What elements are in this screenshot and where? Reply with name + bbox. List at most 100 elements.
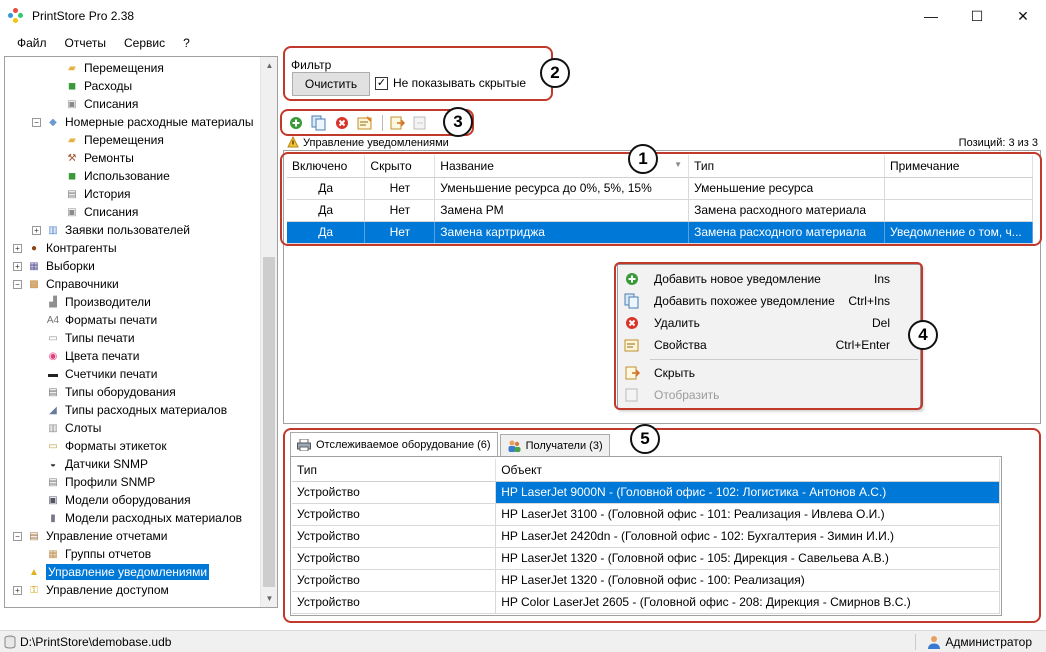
menu-item-add-similar[interactable]: Добавить похожее уведомление Ctrl+Ins [618, 290, 920, 312]
menu-service[interactable]: Сервис [115, 36, 174, 50]
hide-button[interactable] [387, 114, 407, 132]
tree-scrollbar[interactable]: ▲ ▼ [260, 57, 277, 607]
tree-item-label: Датчики SNMP [65, 457, 148, 471]
tab-recipients[interactable]: Получатели (3) [499, 434, 610, 456]
cell-type: Замена расходного материала [688, 221, 885, 244]
tab-tracked-equipment[interactable]: Отслеживаемое оборудование (6) [290, 432, 498, 456]
tree-item[interactable]: ▦ Группы отчетов [45, 545, 151, 563]
copy-notification-button[interactable] [309, 114, 329, 132]
tree-item[interactable]: − ▩ Справочники [13, 275, 119, 293]
table-row[interactable]: Да Нет Замена картриджа Замена расходного м… [287, 221, 1033, 244]
tree-item[interactable]: ▤ Профили SNMP [45, 473, 155, 491]
menu-item-hide[interactable]: Скрыть [618, 362, 920, 384]
tree-item[interactable]: A4 Форматы печати [45, 311, 157, 329]
tree-item[interactable]: ◼ Расходы [64, 77, 132, 95]
printer-icon [297, 438, 311, 451]
table-row[interactable]: Устройство HP LaserJet 3100 - (Головной о… [292, 503, 1000, 526]
menu-help[interactable]: ? [174, 36, 199, 50]
expand-icon[interactable]: + [13, 243, 22, 253]
navigation-tree: ▲ ▼ ▰ Перемещения ◼ Расходы ▣ Списания − ◆ Номер… [4, 56, 278, 608]
tree-item[interactable]: + ⚿ Управление доступом [13, 581, 169, 599]
column-header-note[interactable]: Примечание [884, 155, 1033, 178]
table-row[interactable]: Устройство HP LaserJet 1320 - (Головной о… [292, 569, 1000, 592]
column-header-enabled[interactable]: Включено [287, 155, 366, 178]
clear-filter-button[interactable]: Очистить [292, 72, 370, 96]
table-row[interactable]: Устройство HP Color LaserJet 2605 - (Голо… [292, 591, 1000, 614]
tree-item[interactable]: ▭ Типы печати [45, 329, 134, 347]
table-row[interactable]: Устройство HP LaserJet 2420dn - (Головной… [292, 525, 1000, 548]
tree-item[interactable]: ▮ Модели расходных материалов [45, 509, 242, 527]
column-header-object[interactable]: Объект [495, 459, 1000, 482]
callout-badge-1: 1 [628, 144, 658, 174]
tree-item[interactable]: + ● Контрагенты [13, 239, 117, 257]
tree-item[interactable]: ▰ Перемещения [64, 59, 164, 77]
tree-item[interactable]: + ▥ Заявки пользователей [32, 221, 190, 239]
tree-item[interactable]: ◢ Типы расходных материалов [45, 401, 227, 419]
expand-icon[interactable]: + [13, 261, 22, 271]
hide-hidden-checkbox-row[interactable]: ✓ Не показывать скрытые [375, 76, 526, 90]
table-row[interactable]: Устройство HP LaserJet 9000N - (Головной … [292, 481, 1000, 504]
menu-item-shortcut: Del [871, 316, 890, 330]
tree-item[interactable]: ⚒ Ремонты [64, 149, 134, 167]
tree-item[interactable]: ◉ Цвета печати [45, 347, 140, 365]
table-row[interactable]: Да Нет Замена РМ Замена расходного материал… [287, 199, 1033, 222]
properties-button[interactable] [355, 114, 375, 132]
tree-item-label: Производители [65, 295, 151, 309]
hammer-icon: ⚒ [67, 152, 77, 164]
menu-file[interactable]: Файл [8, 36, 56, 50]
menu-item-show: Отобразить [618, 384, 920, 406]
tree-item[interactable]: ▣ Списания [64, 95, 138, 113]
scroll-down-icon[interactable]: ▼ [261, 590, 277, 607]
add-notification-button[interactable] [286, 114, 306, 132]
tree-item[interactable]: ▣ Списания [64, 203, 138, 221]
color-wheel-icon: ◉ [48, 350, 58, 362]
consumable-type-icon: ◢ [49, 404, 57, 416]
tree-item[interactable]: ▤ Типы оборудования [45, 383, 175, 401]
tree-item[interactable]: ◼ Использование [64, 167, 170, 185]
menu-item-delete[interactable]: Удалить Del [618, 312, 920, 334]
table-row[interactable]: Устройство HP LaserJet 1320 - (Головной о… [292, 547, 1000, 570]
tree-item[interactable]: ▥ Слоты [45, 419, 101, 437]
delete-notification-button[interactable] [332, 114, 352, 132]
tree-item[interactable]: ▣ Модели оборудования [45, 491, 190, 509]
cell-object: HP LaserJet 1320 - (Головной офис - 105:… [495, 547, 1000, 570]
column-header-equipment-type[interactable]: Тип [292, 459, 497, 482]
context-menu-separator [650, 359, 918, 360]
column-header-type[interactable]: Тип [688, 155, 885, 178]
menu-item-properties[interactable]: Свойства Ctrl+Enter [618, 334, 920, 356]
cell-hidden: Нет [364, 199, 436, 222]
tree-item[interactable]: − ◆ Номерные расходные материалы [32, 113, 253, 131]
tree-item[interactable]: ◒ Датчики SNMP [45, 455, 148, 473]
scroll-up-icon[interactable]: ▲ [261, 57, 277, 74]
tree-item-label: Списания [84, 205, 139, 219]
tree-item[interactable]: ▭ Форматы этикеток [45, 437, 166, 455]
tree-item[interactable]: ▤ История [64, 185, 130, 203]
collapse-icon[interactable]: − [13, 279, 22, 289]
callout-badge-5: 5 [630, 424, 660, 454]
scrollbar-thumb[interactable] [263, 257, 275, 587]
label-icon: ▭ [48, 440, 58, 452]
expand-icon[interactable]: + [13, 585, 22, 595]
cell-hidden: Нет [364, 177, 436, 200]
maximize-button[interactable]: ☐ [954, 0, 1000, 32]
tree-item[interactable]: ▰ Перемещения [64, 131, 164, 149]
expand-icon[interactable]: + [32, 225, 41, 235]
table-row[interactable]: Да Нет Уменьшение ресурса до 0%, 5%, 15% Ум… [287, 177, 1033, 200]
selection-icon: ▦ [29, 260, 39, 272]
tree-item[interactable]: ▬ Счетчики печати [45, 365, 157, 383]
collapse-icon[interactable]: − [13, 531, 22, 541]
cell-type: Замена расходного материала [688, 199, 885, 222]
column-header-hidden[interactable]: Скрыто [364, 155, 436, 178]
menu-item-add[interactable]: Добавить новое уведомление Ins [618, 268, 920, 290]
minimize-button[interactable]: — [908, 0, 954, 32]
close-button[interactable]: ✕ [1000, 0, 1046, 32]
tree-item[interactable]: + ▦ Выборки [13, 257, 95, 275]
hide-hidden-checkbox[interactable]: ✓ [375, 76, 388, 90]
tree-item[interactable]: ▟ Производители [45, 293, 151, 311]
folder-icon: ▰ [68, 134, 76, 146]
show-button[interactable] [410, 114, 430, 132]
collapse-icon[interactable]: − [32, 117, 41, 127]
tree-item[interactable]: − ▤ Управление отчетами [13, 527, 167, 545]
menu-reports[interactable]: Отчеты [56, 36, 115, 50]
tree-item[interactable]: ▲ Управление уведомлениями [26, 563, 210, 581]
